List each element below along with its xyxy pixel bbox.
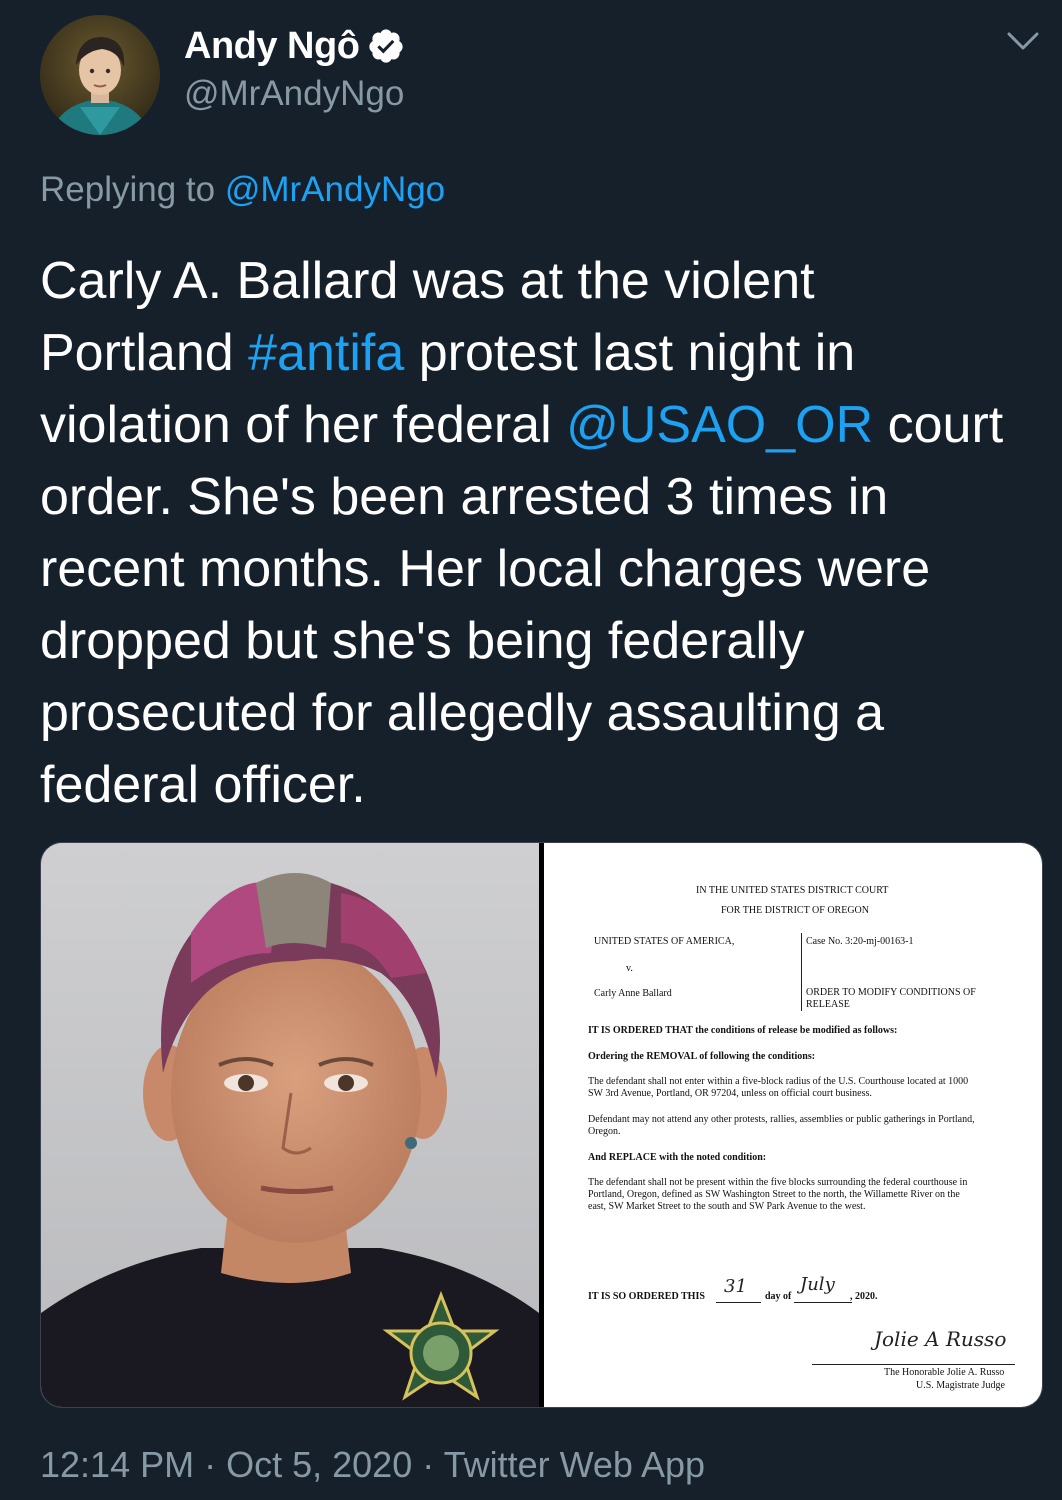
tweet-text-segment: court	[873, 396, 1004, 454]
chevron-down-icon[interactable]	[1003, 26, 1043, 56]
doc-ordered-line: IT IS ORDERED THAT the conditions of rel…	[588, 1025, 898, 1036]
tweet-line: recent months. Her local charges were	[40, 533, 1050, 605]
doc-judge-signature: Jolie A Russo	[874, 1327, 1007, 1351]
tweet-media: IN THE UNITED STATES DISTRICT COURT FOR …	[40, 842, 1043, 1408]
tweet-text-segment: Carly A. Ballard was at the violent	[40, 252, 815, 310]
separator: ·	[194, 1444, 227, 1485]
tweet-text-segment: recent months. Her local charges were	[40, 540, 931, 598]
doc-day-of: day of	[765, 1291, 792, 1302]
tweet-date[interactable]: Oct 5, 2020	[226, 1444, 412, 1485]
doc-day-underline	[716, 1302, 761, 1303]
tweet-metadata: 12:14 PM · Oct 5, 2020 · Twitter Web App	[40, 1444, 705, 1486]
doc-day-handwritten: 31	[724, 1276, 747, 1297]
doc-caption-divider	[801, 933, 802, 1011]
tweet-text-segment: federal officer.	[40, 756, 366, 814]
tweet-text: Carly A. Ballard was at the violent Port…	[40, 245, 1050, 821]
doc-case-number: Case No. 3:20-mj-00163-1	[806, 936, 914, 947]
author-handle[interactable]: @MrAndyNgo	[184, 74, 404, 114]
tweet-line: violation of her federal @USAO_OR court	[40, 389, 1050, 461]
doc-judge-name: The Honorable Jolie A. Russo	[884, 1367, 1005, 1378]
doc-court-line-2: FOR THE DISTRICT OF OREGON	[721, 905, 869, 916]
tweet-line: Carly A. Ballard was at the violent	[40, 245, 1050, 317]
tweet-source[interactable]: Twitter Web App	[444, 1444, 705, 1485]
author-name-row[interactable]: Andy Ngô	[184, 22, 405, 70]
doc-condition-1-line-2: SW 3rd Avenue, Portland, OR 97204, unles…	[588, 1088, 872, 1099]
verified-badge-icon	[369, 29, 404, 63]
doc-month-handwritten: July	[800, 1274, 835, 1295]
separator: ·	[412, 1444, 444, 1485]
tweet-line: dropped but she's being federally	[40, 605, 1050, 677]
doc-condition-3-line-1: The defendant shall not be present withi…	[588, 1177, 968, 1188]
doc-plaintiff: UNITED STATES OF AMERICA,	[594, 936, 735, 947]
court-order-document[interactable]: IN THE UNITED STATES DISTRICT COURT FOR …	[544, 843, 1042, 1407]
document-content: IN THE UNITED STATES DISTRICT COURT FOR …	[544, 843, 1042, 1407]
tweet-line: prosecuted for allegedly assaulting a	[40, 677, 1050, 749]
doc-condition-2-line-2: Oregon.	[588, 1126, 621, 1137]
avatar[interactable]	[40, 15, 160, 135]
tweet-text-segment: order. She's been arrested 3 times in	[40, 468, 889, 526]
tweet-text-segment: prosecuted for allegedly assaulting a	[40, 684, 885, 742]
doc-month-underline	[794, 1302, 852, 1303]
doc-condition-2-line-1: Defendant may not attend any other prote…	[588, 1114, 975, 1125]
tweet-line: order. She's been arrested 3 times in	[40, 461, 1050, 533]
mugshot-illustration	[41, 843, 539, 1407]
doc-signature-line	[812, 1364, 1015, 1365]
doc-removal-line: Ordering the REMOVAL of following the co…	[588, 1051, 816, 1062]
doc-condition-3-line-2: Portland, Oregon, defined as SW Washingt…	[588, 1189, 960, 1200]
tweet-text-segment: Portland	[40, 324, 249, 382]
replying-to: Replying to @MrAndyNgo	[40, 170, 445, 210]
replying-to-mention[interactable]: @MrAndyNgo	[225, 170, 445, 209]
doc-replace-line: And REPLACE with the noted condition:	[588, 1152, 767, 1163]
tweet-line: federal officer.	[40, 749, 1050, 821]
mugshot-photo[interactable]	[41, 843, 539, 1407]
tweet-text-segment: violation of her federal	[40, 396, 567, 454]
hashtag-link[interactable]: #antifa	[248, 324, 404, 382]
doc-so-ordered-prefix: IT IS SO ORDERED THIS	[588, 1291, 705, 1302]
replying-to-label: Replying to	[40, 170, 225, 209]
doc-year: , 2020.	[850, 1291, 878, 1302]
doc-court-line-1: IN THE UNITED STATES DISTRICT COURT	[696, 885, 889, 896]
tweet-line: Portland #antifa protest last night in	[40, 317, 1050, 389]
tweet-text-segment: dropped but she's being federally	[40, 612, 805, 670]
tweet-text-segment: protest last night in	[404, 324, 856, 382]
doc-condition-3-line-3: east, SW Market Street to the south and …	[588, 1201, 866, 1212]
author-display-name[interactable]: Andy Ngô	[184, 25, 360, 68]
mention-link[interactable]: @USAO_OR	[566, 396, 873, 454]
doc-judge-title: U.S. Magistrate Judge	[916, 1380, 1005, 1391]
doc-condition-1-line-1: The defendant shall not enter within a f…	[588, 1076, 969, 1087]
tweet-time[interactable]: 12:14 PM	[40, 1444, 194, 1485]
doc-defendant: Carly Anne Ballard	[594, 988, 672, 999]
avatar-illustration	[40, 15, 160, 135]
doc-versus: v.	[626, 963, 633, 974]
doc-order-title-1: ORDER TO MODIFY CONDITIONS OF	[806, 987, 976, 998]
doc-order-title-2: RELEASE	[806, 999, 850, 1010]
